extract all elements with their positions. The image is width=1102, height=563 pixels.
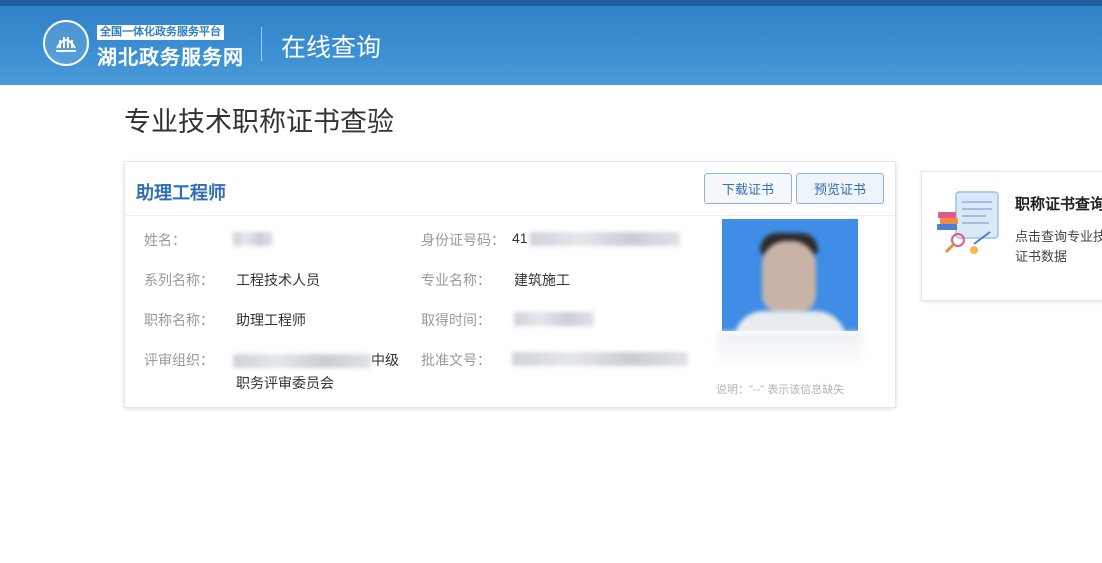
id-number-prefix: 41 (512, 230, 528, 246)
review-org-suffix: 中级 (371, 352, 399, 368)
side-card-title: 职称证书查询 (1015, 196, 1102, 213)
title-name-label: 职称名称： (144, 312, 214, 328)
photo-face (762, 241, 816, 313)
name-value-redacted (233, 230, 273, 247)
major-label: 专业名称： (421, 272, 491, 288)
review-org-value: 中级 (233, 350, 399, 370)
photo-reflection (717, 332, 863, 370)
download-certificate-button[interactable]: 下载证书 (704, 173, 792, 204)
series-value: 工程技术人员 (236, 272, 320, 288)
certificate-query-side-card[interactable]: 职称证书查询 点击查询专业技 证书数据 (921, 171, 1102, 301)
review-org-label: 评审组织： (144, 352, 214, 368)
title-name-value: 助理工程师 (236, 312, 306, 328)
major-value: 建筑施工 (514, 272, 570, 288)
header-divider (261, 27, 262, 61)
missing-info-note: 说明："--" 表示该信息缺失 (716, 384, 845, 396)
certificate-card-header: 助理工程师 下载证书 预览证书 (125, 162, 895, 216)
series-label: 系列名称： (144, 272, 214, 288)
obtained-time-value-redacted (514, 310, 594, 327)
id-number-value: 41 (512, 230, 680, 247)
review-org-line2: 职务评审委员会 (236, 375, 334, 391)
certificate-title: 助理工程师 (136, 183, 226, 203)
side-card-description: 点击查询专业技 证书数据 (1015, 227, 1102, 267)
header-top-strip (0, 0, 1102, 6)
certificate-card: 助理工程师 下载证书 预览证书 姓名： 身份证号码： 41 系列名称： 工程技术… (124, 161, 896, 408)
side-card-desc-line1: 点击查询专业技 (1015, 229, 1102, 244)
govt-service-logo-icon[interactable] (43, 20, 89, 66)
approval-number-label: 批准文号： (421, 352, 491, 368)
logo-emblem-icon (56, 37, 76, 52)
preview-certificate-button[interactable]: 预览证书 (796, 173, 884, 204)
certificate-query-illustration-icon (937, 191, 999, 254)
obtained-time-label: 取得时间： (421, 312, 491, 328)
site-name[interactable]: 湖北政务服务网 (97, 41, 244, 70)
page-title: 专业技术职称证书查验 (124, 107, 394, 137)
name-label: 姓名： (144, 232, 186, 248)
id-number-label: 身份证号码： (421, 232, 505, 248)
site-header: 全国一体化政务服务平台 湖北政务服务网 在线查询 (0, 0, 1102, 85)
id-photo (722, 219, 858, 331)
approval-number-value-redacted (512, 350, 688, 367)
section-title: 在线查询 (281, 34, 382, 62)
side-card-desc-line2: 证书数据 (1015, 249, 1068, 264)
platform-tagline: 全国一体化政务服务平台 (97, 25, 224, 40)
photo-shirt (734, 311, 846, 331)
